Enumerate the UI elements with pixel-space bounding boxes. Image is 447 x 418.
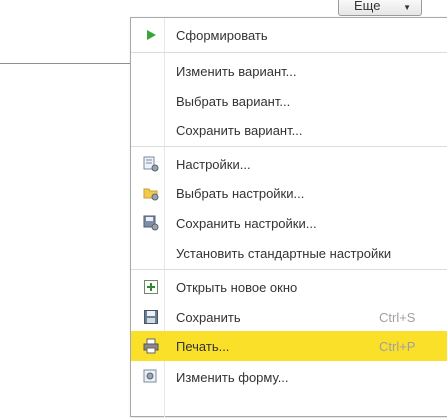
menu-item-open-new-window[interactable]: Открыть новое окно [131,272,447,302]
menu-separator [131,146,447,147]
menu-item-save-settings[interactable]: Сохранить настройки... [131,208,447,238]
menu-item-save[interactable]: Сохранить Ctrl+S [131,302,447,332]
save-icon [143,309,159,325]
menu-item-label: Сформировать [176,28,268,43]
shortcut-label: Ctrl+S [379,310,416,325]
menu-item-label: Настройки... [176,157,251,172]
menu-item-label: Установить стандартные настройки [176,246,392,261]
menu-item-select-settings[interactable]: Выбрать настройки... [131,178,447,208]
menu-item-select-variant[interactable]: Выбрать вариант... [131,86,447,116]
menu-item-edit-form[interactable]: Изменить форму... [131,362,447,392]
new-window-icon [143,279,159,295]
menu-item-label: Открыть новое окно [176,280,298,295]
menu-item-save-variant[interactable]: Сохранить вариант... [131,115,447,145]
menu-item-label: Изменить форму... [176,370,289,385]
menu-item-label: Изменить вариант... [176,64,297,79]
shortcut-label: Ctrl+P [379,339,416,354]
menu-item-label: Сохранить вариант... [176,123,303,138]
folder-settings-icon [143,185,159,201]
form-divider [0,63,131,64]
menu-item-print[interactable]: Печать... Ctrl+P [131,331,447,361]
menu-item-generate[interactable]: Сформировать [131,20,447,50]
settings-list-icon [143,156,159,172]
print-icon [143,338,159,354]
menu-separator [131,52,447,53]
menu-item-label: Выбрать настройки... [176,186,305,201]
menu-item-change-variant[interactable]: Изменить вариант... [131,56,447,86]
menu-item-label: Сохранить настройки... [176,216,317,231]
more-button-label: Еще [354,0,381,13]
menu-item-label: Выбрать вариант... [176,94,291,109]
save-settings-icon [143,215,159,231]
menu-item-set-default-settings[interactable]: Установить стандартные настройки [131,238,447,268]
more-button[interactable]: Еще ▼ [338,0,422,16]
edit-form-icon [143,369,159,385]
menu-item-settings[interactable]: Настройки... [131,149,447,179]
menu-item-label: Печать... [176,339,230,354]
more-actions-menu: Сформировать Изменить вариант... Выбрать… [130,17,447,418]
menu-item-label: Сохранить [176,310,241,325]
chevron-down-icon: ▼ [403,3,411,12]
play-icon [143,27,159,43]
menu-separator [131,269,447,270]
